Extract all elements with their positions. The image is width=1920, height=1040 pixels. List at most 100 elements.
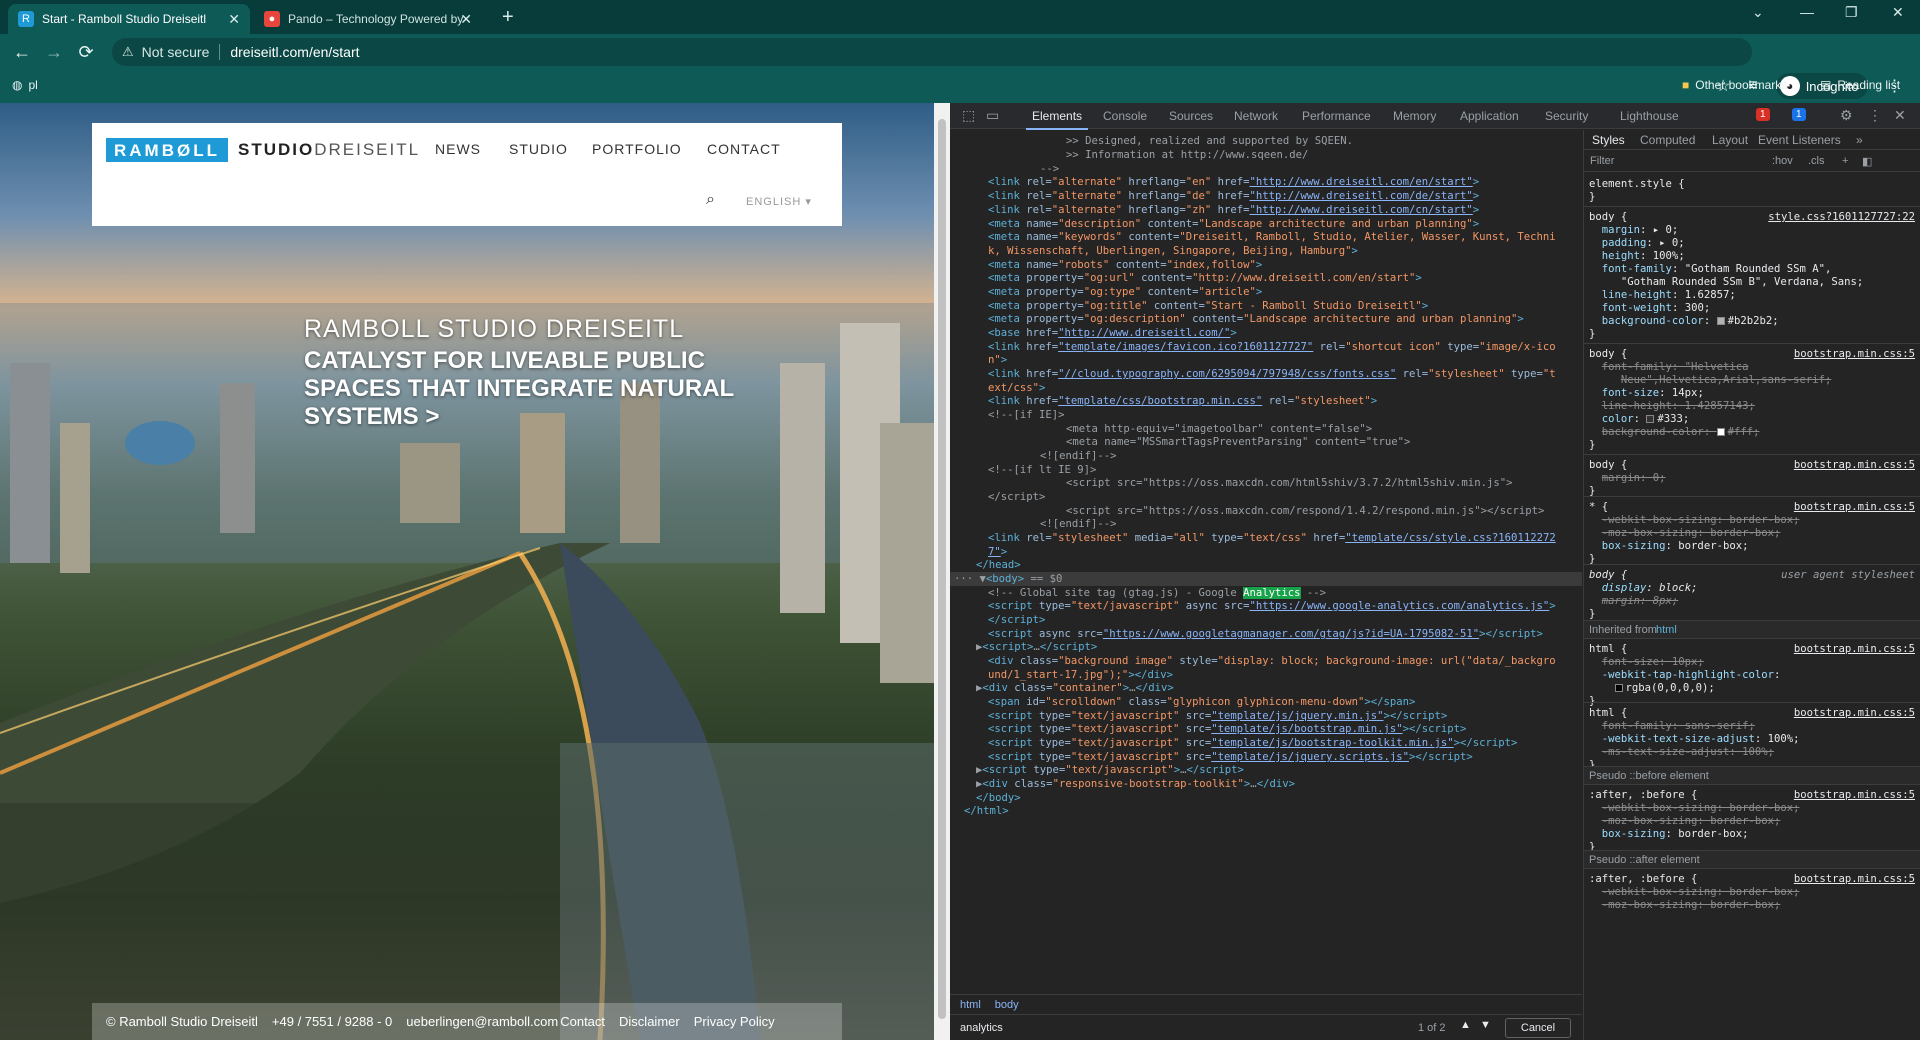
- footer-email[interactable]: ueberlingen@ramboll.com: [406, 1014, 558, 1029]
- rule-user-agent[interactable]: body {user agent stylesheet display: blo…: [1584, 564, 1920, 620]
- source-link[interactable]: bootstrap.min.css:5: [1794, 873, 1915, 885]
- bookmark-pl[interactable]: ◍ pl: [12, 78, 38, 92]
- new-tab-icon[interactable]: +: [502, 6, 514, 29]
- cls-toggle[interactable]: .cls: [1808, 155, 1825, 167]
- nav-news[interactable]: NEWS: [435, 141, 481, 157]
- crumb-html[interactable]: html: [960, 999, 981, 1011]
- rule-body-style[interactable]: body {style.css?1601127727:22 margin: ▸ …: [1584, 206, 1920, 340]
- dom-line[interactable]: n">: [988, 354, 1007, 368]
- dom-line[interactable]: <meta http-equiv="imagetoolbar" content=…: [1066, 423, 1372, 437]
- dom-line[interactable]: <link href="template/images/favicon.ico?…: [988, 341, 1578, 355]
- add-rule-icon[interactable]: +: [1842, 155, 1848, 167]
- tab-layout[interactable]: Layout: [1712, 133, 1748, 147]
- dom-line[interactable]: ext/css">: [988, 382, 1045, 396]
- close-window-icon[interactable]: ✕: [1892, 4, 1904, 21]
- find-next-icon[interactable]: ▼: [1480, 1019, 1491, 1031]
- rule-html-1[interactable]: html {bootstrap.min.css:5 font-size: 10p…: [1584, 638, 1920, 707]
- dom-line[interactable]: >> Information at http://www.sqeen.de/: [1066, 149, 1308, 163]
- nav-studio[interactable]: STUDIO: [509, 141, 568, 157]
- inspect-icon[interactable]: ⬚: [962, 107, 975, 124]
- rule-body-bootstrap[interactable]: body {bootstrap.min.css:5 font-family: "…: [1584, 343, 1920, 451]
- dom-line[interactable]: <script async src="https://www.googletag…: [988, 628, 1543, 642]
- toggle-sidebar-icon[interactable]: ◧: [1862, 155, 1872, 168]
- find-prev-icon[interactable]: ▲: [1460, 1019, 1471, 1031]
- find-input[interactable]: analytics: [960, 1022, 1003, 1034]
- tab-active[interactable]: R Start - Ramboll Studio Dreiseitl ✕: [8, 4, 250, 34]
- styles-filter[interactable]: Filter :hov .cls + ◧: [1584, 150, 1920, 172]
- source-link[interactable]: bootstrap.min.css:5: [1794, 707, 1915, 719]
- dom-line[interactable]: <script type="text/javascript" async src…: [988, 600, 1556, 614]
- message-badge[interactable]: 1: [1792, 108, 1806, 121]
- nav-contact[interactable]: CONTACT: [707, 141, 781, 157]
- dom-line[interactable]: </script>: [988, 614, 1045, 628]
- dom-line[interactable]: ▶<div class="responsive-bootstrap-toolki…: [976, 778, 1295, 792]
- elements-tree[interactable]: >> Designed, realized and supported by S…: [950, 130, 1582, 994]
- dom-line[interactable]: <script type="text/javascript" src="temp…: [988, 751, 1473, 765]
- rule-html-2[interactable]: html {bootstrap.min.css:5 font-family: s…: [1584, 702, 1920, 771]
- dom-line[interactable]: </body>: [976, 792, 1021, 806]
- tab-computed[interactable]: Computed: [1640, 133, 1695, 147]
- dom-line[interactable]: <meta property="og:url" content="http://…: [988, 272, 1422, 286]
- dom-line[interactable]: <meta property="og:description" content=…: [988, 313, 1524, 327]
- source-link[interactable]: bootstrap.min.css:5: [1794, 459, 1915, 471]
- dom-line[interactable]: 7">: [988, 546, 1007, 560]
- rule-body-margin[interactable]: body {bootstrap.min.css:5 margin: 0; }: [1584, 454, 1920, 497]
- rule-element-style[interactable]: element.style {: [1589, 178, 1914, 190]
- source-link[interactable]: bootstrap.min.css:5: [1794, 501, 1915, 513]
- rule-universal[interactable]: * {bootstrap.min.css:5 -webkit-box-sizin…: [1584, 496, 1920, 565]
- tab-sources[interactable]: Sources: [1169, 109, 1213, 123]
- tab-security[interactable]: Security: [1545, 109, 1588, 123]
- source-link[interactable]: bootstrap.min.css:5: [1794, 643, 1915, 655]
- dom-line[interactable]: <script src="https://oss.maxcdn.com/html…: [1066, 477, 1512, 491]
- nav-portfolio[interactable]: PORTFOLIO: [592, 141, 682, 157]
- tab-application[interactable]: Application: [1460, 109, 1519, 123]
- hero-tagline[interactable]: CATALYST FOR LIVEABLE PUBLIC SPACES THAT…: [304, 347, 804, 431]
- tab-styles[interactable]: Styles: [1592, 133, 1625, 147]
- dom-line[interactable]: <div class="background image" style="dis…: [988, 655, 1578, 669]
- dom-line[interactable]: <link href="//cloud.typography.com/62950…: [988, 368, 1578, 382]
- dom-line[interactable]: <![endif]-->: [1040, 450, 1117, 464]
- dom-line[interactable]: <script type="text/javascript" src="temp…: [988, 737, 1517, 751]
- settings-gear-icon[interactable]: ⚙: [1840, 107, 1853, 124]
- tab-pando[interactable]: ● Pando – Technology Powered by ✕: [254, 4, 482, 34]
- tab-elements[interactable]: Elements: [1025, 109, 1089, 130]
- url-text[interactable]: dreiseitl.com/en/start: [230, 44, 359, 60]
- dom-line[interactable]: <link href="template/css/bootstrap.min.c…: [988, 395, 1377, 409]
- tab-memory[interactable]: Memory: [1393, 109, 1436, 123]
- error-badge[interactable]: 1: [1756, 108, 1770, 121]
- dom-line[interactable]: ▶<script type="text/javascript">…</scrip…: [976, 764, 1244, 778]
- rule-pseudo-before[interactable]: :after, :before {bootstrap.min.css:5 -we…: [1584, 784, 1920, 853]
- dom-line[interactable]: <script type="text/javascript" src="temp…: [988, 710, 1447, 724]
- dom-line[interactable]: <link rel="alternate" hreflang="zh" href…: [988, 204, 1479, 218]
- rule-pseudo-after[interactable]: :after, :before {bootstrap.min.css:5 -we…: [1584, 868, 1920, 911]
- dom-line[interactable]: <meta name="keywords" content="Dreiseitl…: [988, 231, 1578, 245]
- tab-performance[interactable]: Performance: [1302, 109, 1371, 123]
- dom-line[interactable]: <meta name="robots" content="index,follo…: [988, 259, 1262, 273]
- forward-icon[interactable]: →: [42, 40, 66, 64]
- footer-contact[interactable]: Contact: [560, 1014, 605, 1029]
- find-cancel-button[interactable]: Cancel: [1505, 1018, 1571, 1038]
- dom-line[interactable]: <![endif]-->: [1040, 518, 1117, 532]
- other-bookmarks[interactable]: ■ Other bookmarks: [1682, 78, 1787, 92]
- tab-console[interactable]: Console: [1103, 109, 1147, 123]
- crumb-body[interactable]: body: [995, 999, 1019, 1011]
- dom-line[interactable]: </html>: [964, 805, 1009, 819]
- dom-line[interactable]: <link rel="alternate" hreflang="de" href…: [988, 190, 1479, 204]
- dom-line[interactable]: ▶<div class="container">…</div>: [976, 682, 1174, 696]
- dom-line[interactable]: <!--[if lt IE 9]>: [988, 464, 1096, 478]
- tab-search-icon[interactable]: ⌄: [1752, 4, 1764, 21]
- dom-line[interactable]: <span id="scrolldown" class="glyphicon g…: [988, 696, 1415, 710]
- dom-line[interactable]: -->: [1040, 163, 1059, 177]
- search-icon[interactable]: ⌕: [706, 191, 715, 209]
- close-tab-icon[interactable]: ✕: [460, 11, 472, 28]
- dom-line[interactable]: <link rel="alternate" hreflang="en" href…: [988, 176, 1479, 190]
- dom-line[interactable]: </head>: [976, 559, 1021, 573]
- dom-line[interactable]: <!-- Global site tag (gtag.js) - Google …: [988, 587, 1326, 601]
- warning-icon[interactable]: ⚠: [122, 44, 134, 60]
- dom-line[interactable]: und/1_start-17.jpg");"></div>: [988, 669, 1173, 683]
- dom-line[interactable]: </script>: [988, 491, 1045, 505]
- more-options-icon[interactable]: ⋮: [1868, 107, 1882, 124]
- dom-line[interactable]: <base href="http://www.dreiseitl.com/">: [988, 327, 1237, 341]
- dom-line[interactable]: <link rel="stylesheet" media="all" type=…: [988, 532, 1578, 546]
- back-icon[interactable]: ←: [10, 40, 34, 64]
